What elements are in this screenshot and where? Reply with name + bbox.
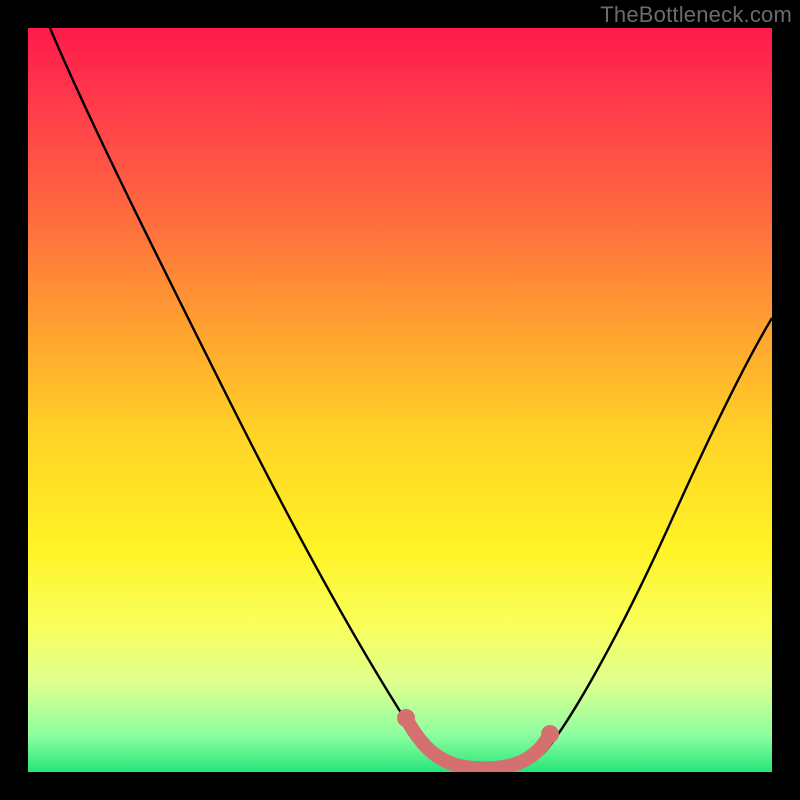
highlight-dot-right [541,725,559,743]
watermark-text: TheBottleneck.com [600,2,792,28]
chart-frame: TheBottleneck.com [0,0,800,800]
chart-svg [28,28,772,772]
plot-area [28,28,772,772]
highlight-segment [406,718,550,768]
bottleneck-curve [50,28,772,769]
highlight-dot-left [397,709,415,727]
